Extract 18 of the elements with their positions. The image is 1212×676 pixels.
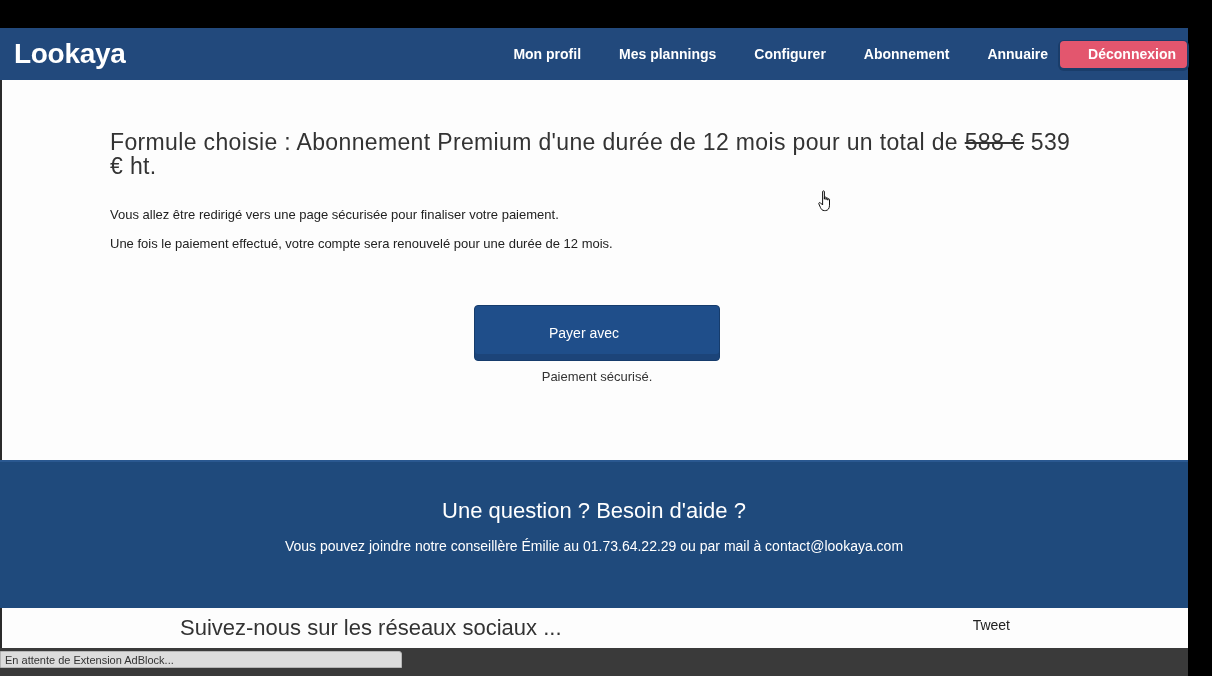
- logout-button[interactable]: Déconnexion: [1060, 40, 1187, 68]
- nav-link[interactable]: Annuaire: [987, 45, 1049, 63]
- nav-link[interactable]: Configurer: [754, 45, 826, 63]
- info-text: Une fois le paiement effectué, votre compte sera renouvelé pour une durée de 12 mois.: [110, 236, 614, 252]
- hand-pointer-icon: [817, 190, 833, 212]
- nav-link[interactable]: Abonnement: [863, 45, 950, 63]
- plan-summary-heading: Formule choisie : Abonnement Premium d'une durée de 12 mois pour un total de 588 € 539 € ht.: [110, 130, 1072, 178]
- help-contact-text: Vous pouvez joindre notre conseillère Émilie au 01.73.64.22.29 ou par mail à contact@lookaya.com: [283, 538, 905, 554]
- pay-button[interactable]: Payer avec: [474, 305, 720, 361]
- nav-link[interactable]: Mon profil: [513, 45, 582, 63]
- site-logo[interactable]: Lookaya: [14, 38, 126, 70]
- info-text: Vous allez être redirigé vers une page sécurisée pour finaliser votre paiement.: [110, 207, 560, 223]
- secure-payment-note: Paiement sécurisé.: [541, 369, 653, 385]
- help-title: Une question ? Besoin d'aide ?: [441, 499, 747, 523]
- status-bar-text: En attente de Extension AdBlock...: [0, 651, 402, 668]
- nav-link[interactable]: Mes plannings: [619, 45, 717, 63]
- tweet-link[interactable]: Tweet: [972, 617, 1010, 633]
- social-heading: Suivez-nous sur les réseaux sociaux ...: [180, 615, 562, 641]
